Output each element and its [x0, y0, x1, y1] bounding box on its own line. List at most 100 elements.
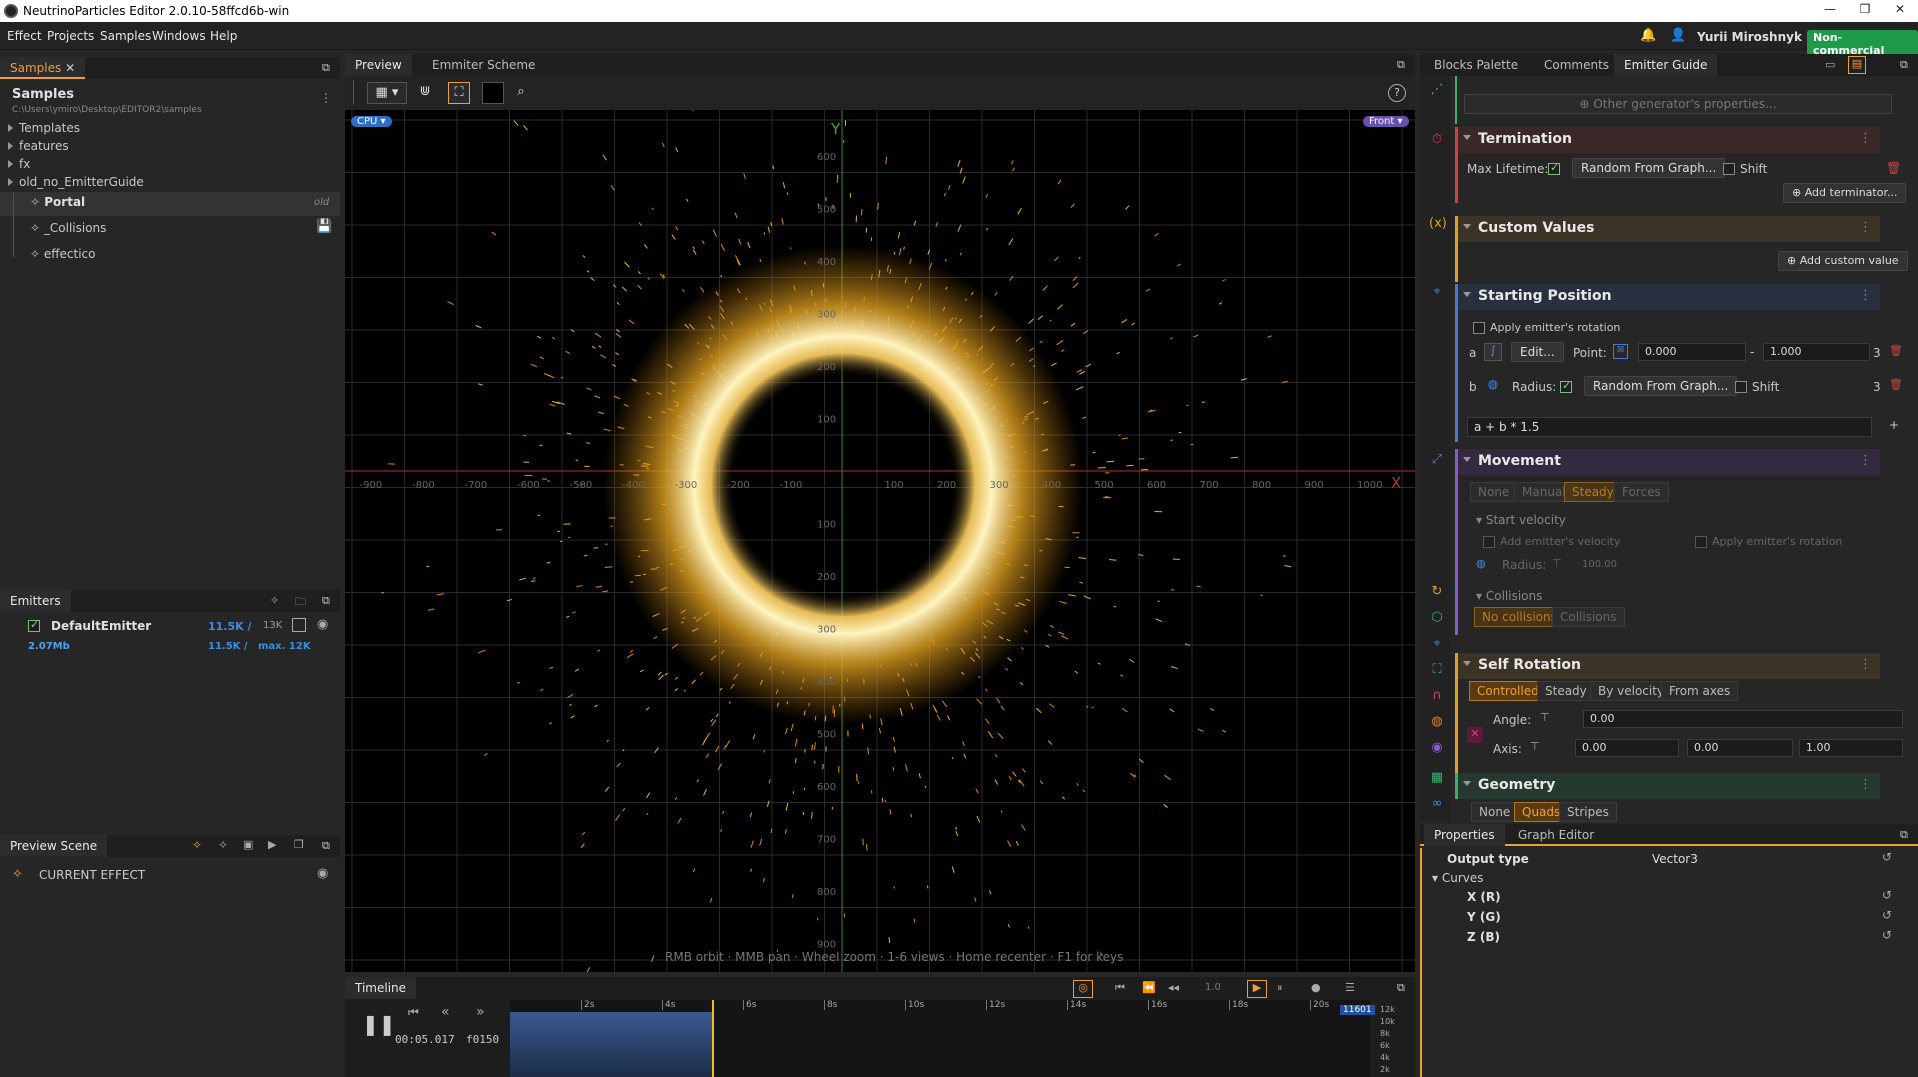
menu-samples[interactable]: Samples — [100, 29, 151, 43]
collapse-icon[interactable] — [1463, 292, 1471, 297]
delete-icon[interactable]: 🗑 — [1886, 161, 1901, 175]
more-icon[interactable]: ⋮ — [1859, 777, 1872, 792]
reset-icon[interactable]: ↺ — [1882, 908, 1892, 922]
menu-help[interactable]: Help — [210, 29, 237, 43]
curve-icon[interactable]: ∫ — [1484, 343, 1502, 361]
max-lifetime-mode[interactable]: Random From Graph... — [1572, 158, 1726, 178]
layout-icon[interactable]: ▤ — [1848, 56, 1866, 74]
expression-field[interactable]: a + b * 1.5 — [1467, 417, 1872, 437]
bell-icon[interactable]: 🔔 — [1640, 28, 1656, 43]
minimize-icon[interactable]: — — [1815, 2, 1845, 20]
velocity-rotation-checkbox[interactable] — [1695, 536, 1707, 548]
undock-icon[interactable]: ⧉ — [322, 594, 330, 608]
collapse-icon[interactable] — [1463, 661, 1471, 666]
reset-icon[interactable]: ↺ — [1882, 850, 1892, 864]
max-lifetime-checkbox[interactable] — [1548, 161, 1560, 175]
folder-fx[interactable]: fx — [8, 157, 30, 171]
tab-blocks-palette[interactable]: Blocks Palette — [1424, 54, 1528, 76]
radius-icon[interactable]: ◍ — [1484, 377, 1502, 395]
tab-preview[interactable]: Preview — [345, 54, 412, 76]
grid-icon[interactable]: ▦ ▾ — [367, 82, 407, 104]
collapse-icon[interactable] — [1463, 224, 1471, 229]
delete-icon[interactable]: 🗑 — [1889, 378, 1903, 391]
effect-collisions[interactable]: ✧ _Collisions — [30, 221, 106, 235]
channel-y[interactable]: Y (G) — [1467, 910, 1501, 924]
more-icon[interactable]: ⋮ — [1859, 131, 1872, 146]
rotation-icon[interactable]: ↻ — [1429, 584, 1445, 600]
self-rotation-section[interactable]: Self Rotation ⋮ — [1455, 653, 1880, 679]
tab-emitter-guide[interactable]: Emitter Guide — [1614, 54, 1718, 76]
point-min-field[interactable]: 0.000 — [1638, 343, 1746, 361]
expand-icon[interactable] — [8, 160, 13, 168]
other-properties-button[interactable]: ⊕ Other generator's properties... — [1464, 94, 1892, 114]
tab-graph-editor[interactable]: Graph Editor — [1508, 824, 1604, 846]
undock-icon[interactable]: ⧉ — [322, 839, 330, 853]
angle-field[interactable]: 0.00 — [1583, 710, 1903, 728]
expand-icon[interactable] — [8, 142, 13, 150]
sort-icon[interactable]: ☰ — [1345, 981, 1355, 994]
next-icon[interactable]: » — [476, 1004, 485, 1020]
movement-none[interactable]: None — [1470, 482, 1518, 502]
record-icon[interactable]: ● — [1311, 981, 1321, 994]
user-name[interactable]: Yurii Miroshnyk — [1697, 30, 1802, 44]
add-emitter-icon[interactable]: ✧ — [218, 838, 228, 852]
tab-preview-scene[interactable]: Preview Scene — [0, 835, 108, 857]
pin-icon[interactable]: ⊤ — [1552, 557, 1562, 570]
expand-icon[interactable] — [8, 178, 13, 186]
add-emitter-icon[interactable]: ✧ — [270, 594, 279, 607]
folder-icon[interactable]: 🗀 — [295, 593, 306, 612]
rotation-controlled[interactable]: Controlled — [1469, 681, 1547, 701]
background-color-swatch[interactable] — [482, 82, 504, 104]
undock-icon[interactable]: ⧉ — [322, 61, 330, 75]
apply-rotation-checkbox[interactable] — [1473, 322, 1485, 334]
axis-z-field[interactable]: 1.00 — [1799, 739, 1903, 757]
zoom-icon[interactable]: ⌕ — [510, 82, 532, 104]
output-type-value[interactable]: Vector3 — [1652, 852, 1698, 866]
rotation-steady[interactable]: Steady — [1537, 681, 1595, 701]
movement-icon[interactable]: ⤢ — [1429, 452, 1445, 468]
undock-icon[interactable]: ⧉ — [1900, 828, 1908, 842]
rotation-by-velocity[interactable]: By velocity — [1590, 681, 1673, 701]
more-icon[interactable]: ⋮ — [320, 91, 332, 105]
folder-features[interactable]: features — [8, 139, 69, 153]
rewind-icon[interactable]: ◂◂ — [1168, 981, 1179, 994]
add-velocity-checkbox[interactable] — [1483, 536, 1495, 548]
tab-comments[interactable]: Comments — [1534, 54, 1619, 76]
position-icon[interactable]: ⌖ — [1429, 284, 1445, 300]
link-icon[interactable]: ∞ — [1429, 796, 1445, 812]
bounds-icon[interactable] — [292, 618, 306, 632]
location-icon[interactable]: ⌖ — [1429, 636, 1445, 652]
prev-icon[interactable]: « — [441, 1004, 450, 1020]
axis-x-field[interactable]: 0.00 — [1575, 739, 1679, 757]
maximize-icon[interactable]: ❐ — [1850, 2, 1880, 20]
add-effect-icon[interactable]: ✧ — [192, 838, 202, 852]
help-icon[interactable]: ? — [1388, 84, 1406, 102]
collisions-option[interactable]: Collisions — [1552, 607, 1625, 627]
expand-icon[interactable] — [8, 124, 13, 132]
undock-icon[interactable]: ⧉ — [1900, 58, 1908, 72]
add-terminator-button[interactable]: ⊕ Add terminator... — [1783, 183, 1907, 203]
rotation-from-axes[interactable]: From axes — [1661, 681, 1739, 701]
radius-shift-checkbox[interactable] — [1735, 381, 1747, 393]
skip-start-icon[interactable]: ⏮ — [1115, 981, 1125, 995]
collapse-icon[interactable] — [1463, 781, 1471, 786]
cpu-badge[interactable]: CPU ▾ — [351, 116, 392, 127]
tab-properties[interactable]: Properties — [1424, 824, 1505, 846]
tab-emitters[interactable]: Emitters — [0, 590, 71, 612]
termination-section[interactable]: Termination ⋮ — [1455, 127, 1880, 153]
magnet-icon[interactable]: ⋓ — [414, 82, 436, 104]
emitter-enable-checkbox[interactable] — [28, 618, 40, 632]
radius-checkbox[interactable] — [1560, 379, 1572, 393]
copy-icon[interactable]: ❐ — [294, 838, 304, 851]
velocity-radius-value[interactable]: 100.00 — [1582, 559, 1617, 570]
curves-group[interactable]: ▾ Curves — [1432, 871, 1484, 885]
undock-icon[interactable]: ⧉ — [1397, 981, 1405, 995]
reset-icon[interactable]: ↺ — [1882, 888, 1892, 902]
current-effect-label[interactable]: CURRENT EFFECT — [39, 868, 145, 882]
menu-projects[interactable]: Projects — [47, 29, 94, 43]
preview-viewport[interactable]: -900 -800 -700 -600 -500 -400 -300 -200 -100 100 2… — [345, 110, 1415, 972]
eye-icon[interactable]: ◉ — [1429, 740, 1445, 756]
movement-section[interactable]: Movement ⋮ — [1455, 449, 1880, 475]
view-badge[interactable]: Front ▾ — [1363, 116, 1409, 127]
menu-windows[interactable]: Windows — [152, 29, 206, 43]
